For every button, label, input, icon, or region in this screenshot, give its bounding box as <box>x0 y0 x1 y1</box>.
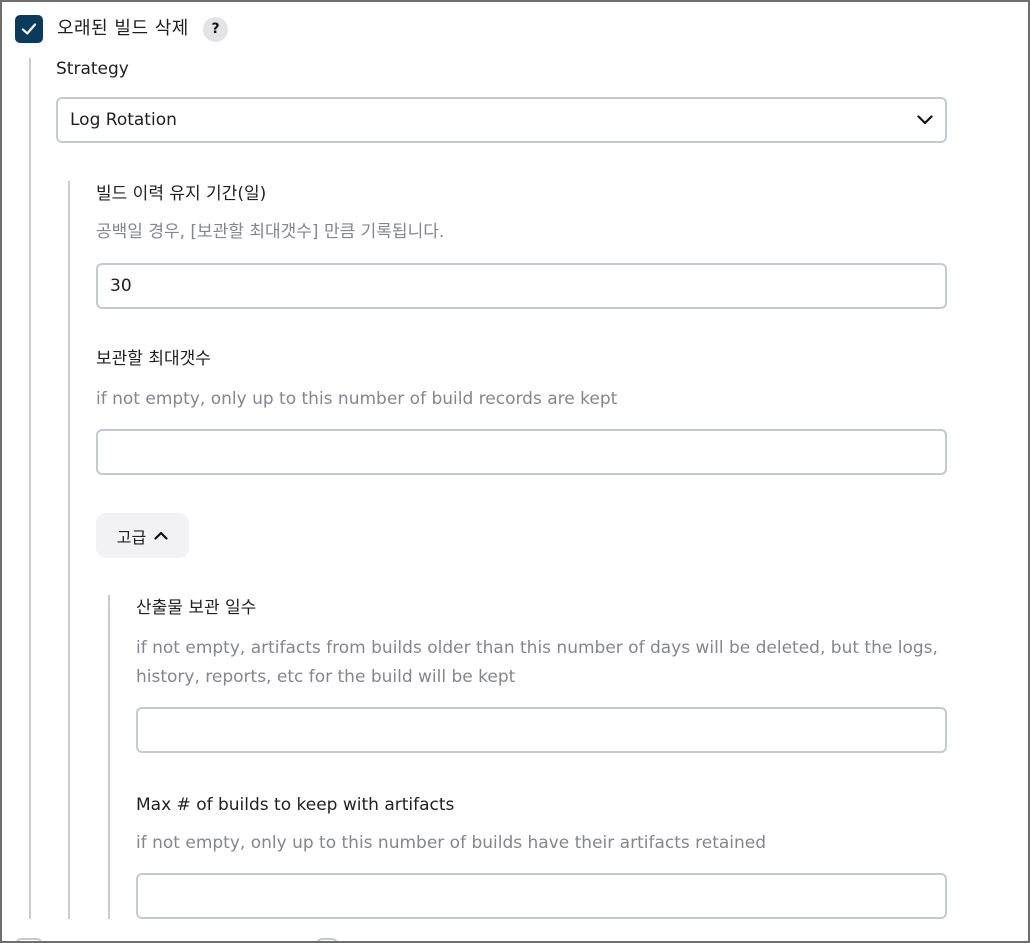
strategy-select[interactable]: Log Rotation <box>56 97 947 143</box>
artifact-days-description-line1: if not empty, artifacts from builds olde… <box>136 638 938 658</box>
strategy-indent-line <box>68 181 70 919</box>
chevron-down-icon <box>917 115 933 125</box>
num-to-keep-input[interactable] <box>96 429 947 475</box>
discard-old-builds-checkbox[interactable] <box>15 15 43 43</box>
days-to-keep-label: 빌드 이력 유지 기간(일) <box>96 184 267 204</box>
artifact-num-label: Max # of builds to keep with artifacts <box>136 795 455 815</box>
next-help-icon[interactable] <box>316 938 338 941</box>
days-to-keep-description: 공백일 경우, [보관할 최대갯수] 만큼 기록됩니다. <box>96 222 445 242</box>
advanced-indent-line <box>108 595 110 919</box>
artifact-days-description-line2: history, reports, etc for the build will… <box>136 667 516 687</box>
section-title: 오래된 빌드 삭제 <box>57 18 189 39</box>
days-to-keep-input[interactable]: 30 <box>96 263 947 309</box>
artifact-days-input[interactable] <box>136 707 947 753</box>
artifact-days-label: 산출물 보관 일수 <box>136 598 257 618</box>
strategy-label: Strategy <box>56 59 129 79</box>
chevron-up-icon <box>154 531 168 540</box>
artifact-num-input[interactable] <box>136 873 947 919</box>
advanced-toggle-button[interactable]: 고급 <box>96 513 189 558</box>
settings-panel: 오래된 빌드 삭제 ? Strategy Log Rotation 빌드 이력 … <box>0 0 1030 943</box>
days-to-keep-value: 30 <box>110 276 132 296</box>
help-icon[interactable]: ? <box>203 17 228 42</box>
checkmark-icon <box>21 23 37 35</box>
advanced-label: 고급 <box>116 527 147 547</box>
strategy-selected-value: Log Rotation <box>70 110 177 130</box>
num-to-keep-label: 보관할 최대갯수 <box>96 349 211 369</box>
section-indent-line <box>29 58 31 919</box>
artifact-num-description: if not empty, only up to this number of … <box>136 833 767 853</box>
next-checkbox[interactable] <box>16 938 42 941</box>
num-to-keep-description: if not empty, only up to this number of … <box>96 389 618 409</box>
